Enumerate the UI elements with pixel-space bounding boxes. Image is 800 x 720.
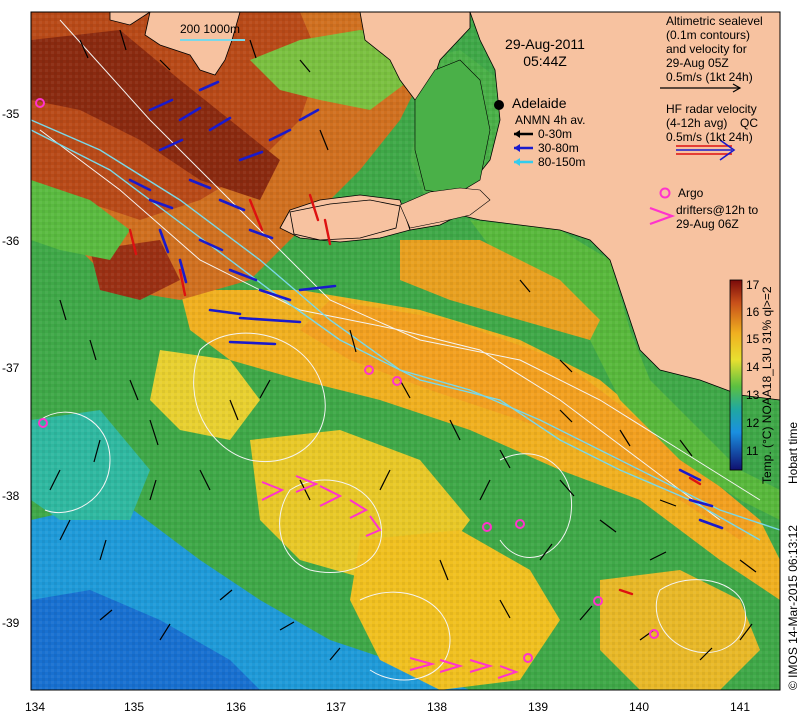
y-tick: -38 (2, 489, 20, 503)
x-tick: 134 (24, 700, 46, 714)
colorbar (729, 279, 743, 471)
hf-legend-line: (4-12h avg) (666, 116, 728, 130)
scale-label: 200 1000m (180, 22, 241, 36)
x-tick: 141 (729, 700, 751, 714)
anmn-legend-row: 30-80m (538, 141, 579, 155)
y-tick: -37 (2, 361, 20, 375)
adelaide-marker (494, 100, 504, 110)
map-time: 05:44Z (523, 53, 567, 69)
anmn-legend-row: 0-30m (538, 127, 573, 141)
altimetric-legend-line: 0.5m/s (1kt 24h) (666, 70, 753, 84)
altimetric-legend-line: 29-Aug 05Z (666, 56, 729, 70)
hobart-time-label: Hobart time (786, 421, 800, 484)
x-tick: 136 (225, 700, 247, 714)
colorbar-tick: 15 (746, 332, 760, 346)
y-tick: -35 (2, 107, 20, 121)
anmn-legend-row: 80-150m (538, 155, 586, 169)
colorbar-tick: 14 (746, 360, 760, 374)
adelaide-label: Adelaide (512, 95, 567, 111)
colorbar-tick: 16 (746, 305, 760, 319)
hf-qc-label: QC (740, 116, 758, 130)
argo-legend-line: Argo (678, 186, 704, 200)
colorbar-tick: 17 (746, 278, 760, 292)
argo-legend-line: 29-Aug 06Z (676, 217, 739, 231)
altimetric-legend-line: and velocity for (666, 42, 747, 56)
colorbar-tick: 13 (746, 388, 760, 402)
hf-legend-line: 0.5m/s (1kt 24h) (666, 130, 753, 144)
argo-legend-line: drifters@12h to (676, 203, 759, 217)
x-tick: 138 (426, 700, 448, 714)
altimetric-legend-line: (0.1m contours) (666, 28, 751, 42)
x-tick: 140 (628, 700, 650, 714)
x-tick: 135 (123, 700, 145, 714)
y-tick: -39 (2, 616, 20, 630)
colorbar-label: Temp. (°C) NOAA18_L3U 31% ql>=2 (760, 286, 774, 484)
credit-label: © IMOS 14-Mar-2015 06:13:12 (786, 525, 800, 690)
y-tick: -36 (2, 234, 20, 248)
x-tick: 137 (325, 700, 347, 714)
x-tick: 139 (527, 700, 549, 714)
colorbar-tick: 12 (746, 416, 760, 430)
map-date: 29-Aug-2011 (505, 36, 585, 52)
colorbar-tick: 11 (746, 444, 759, 458)
anmn-legend-title: ANMN 4h av. (515, 113, 586, 127)
hf-legend-line: HF radar velocity (666, 102, 757, 116)
altimetric-legend-line: Altimetric sealevel (666, 14, 763, 28)
